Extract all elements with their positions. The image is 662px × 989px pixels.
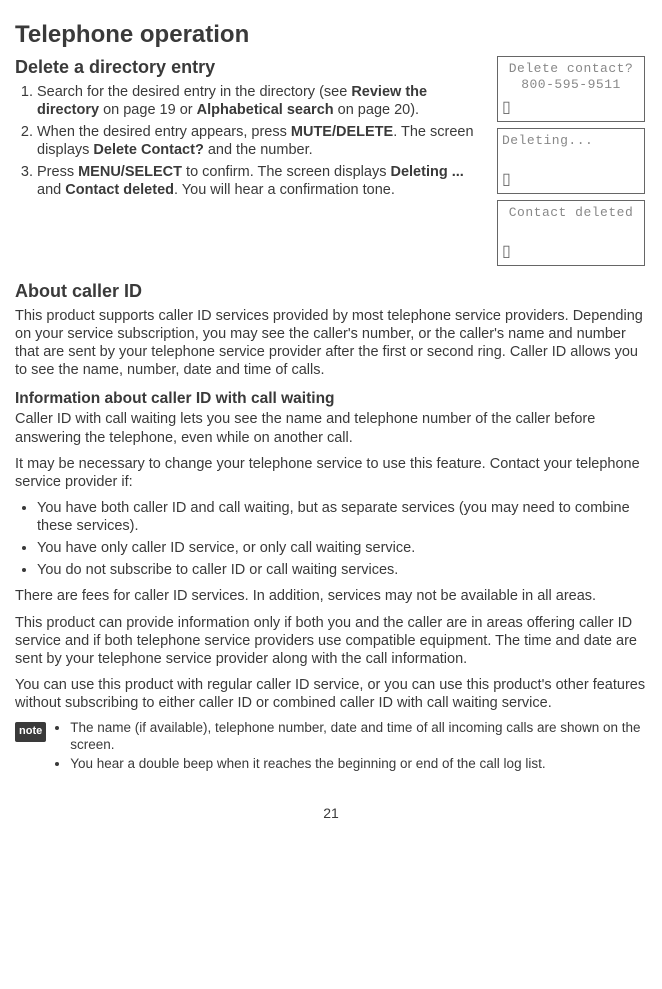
list-item: You hear a double beep when it reaches t… — [70, 756, 647, 773]
paragraph: It may be necessary to change your telep… — [15, 455, 647, 491]
list-item: The name (if available), telephone numbe… — [70, 720, 647, 754]
page-number: 21 — [15, 805, 647, 823]
text: and — [37, 182, 65, 198]
paragraph: This product supports caller ID services… — [15, 307, 647, 380]
lcd-line: Delete contact? — [500, 61, 642, 77]
page-title: Telephone operation — [15, 20, 647, 50]
key-label: MENU/SELECT — [78, 164, 182, 180]
list-item: Press MENU/SELECT to confirm. The screen… — [37, 163, 489, 199]
text: Press — [37, 164, 78, 180]
note-list: The name (if available), telephone numbe… — [54, 720, 647, 775]
instruction-list: Search for the desired entry in the dire… — [15, 83, 489, 200]
section-heading-delete: Delete a directory entry — [15, 56, 489, 79]
list-item: Search for the desired entry in the dire… — [37, 83, 489, 119]
list-item: You have both caller ID and call waiting… — [37, 499, 647, 535]
lcd-line: Contact deleted — [500, 205, 642, 221]
lcd-screen-1: Delete contact? 800-595-9511 ▯ — [497, 56, 645, 122]
paragraph: Caller ID with call waiting lets you see… — [15, 410, 647, 446]
text: on page 20). — [334, 102, 419, 118]
battery-icon: ▯ — [502, 170, 511, 190]
text: Search for the desired entry in the dire… — [37, 84, 351, 100]
lcd-line: 800-595-9511 — [500, 77, 642, 93]
text: . You will hear a confirmation tone. — [174, 182, 395, 198]
list-item: You do not subscribe to caller ID or cal… — [37, 561, 647, 579]
list-item: You have only caller ID service, or only… — [37, 539, 647, 557]
bold-text: Alphabetical search — [197, 102, 334, 118]
text: and the number. — [204, 142, 313, 158]
battery-icon: ▯ — [502, 98, 511, 118]
text: on page 19 or — [99, 102, 197, 118]
text: to confirm. The screen displays — [182, 164, 390, 180]
paragraph: There are fees for caller ID services. I… — [15, 587, 647, 605]
bullet-list: You have both caller ID and call waiting… — [15, 499, 647, 580]
note-badge: note — [15, 722, 46, 742]
lcd-line: Deleting... — [500, 133, 642, 149]
bold-text: Contact deleted — [65, 182, 174, 198]
bold-text: Delete Contact? — [93, 142, 203, 158]
key-label: MUTE/DELETE — [291, 124, 393, 140]
battery-icon: ▯ — [502, 242, 511, 262]
paragraph: This product can provide information onl… — [15, 614, 647, 668]
lcd-screen-3: Contact deleted ▯ — [497, 200, 645, 266]
subheading-call-waiting: Information about caller ID with call wa… — [15, 389, 647, 408]
lcd-screen-2: Deleting... ▯ — [497, 128, 645, 194]
paragraph: You can use this product with regular ca… — [15, 676, 647, 712]
text: When the desired entry appears, press — [37, 124, 291, 140]
list-item: When the desired entry appears, press MU… — [37, 123, 489, 159]
bold-text: Deleting ... — [390, 164, 463, 180]
note-block: note The name (if available), telephone … — [15, 720, 647, 775]
section-heading-caller-id: About caller ID — [15, 280, 647, 303]
